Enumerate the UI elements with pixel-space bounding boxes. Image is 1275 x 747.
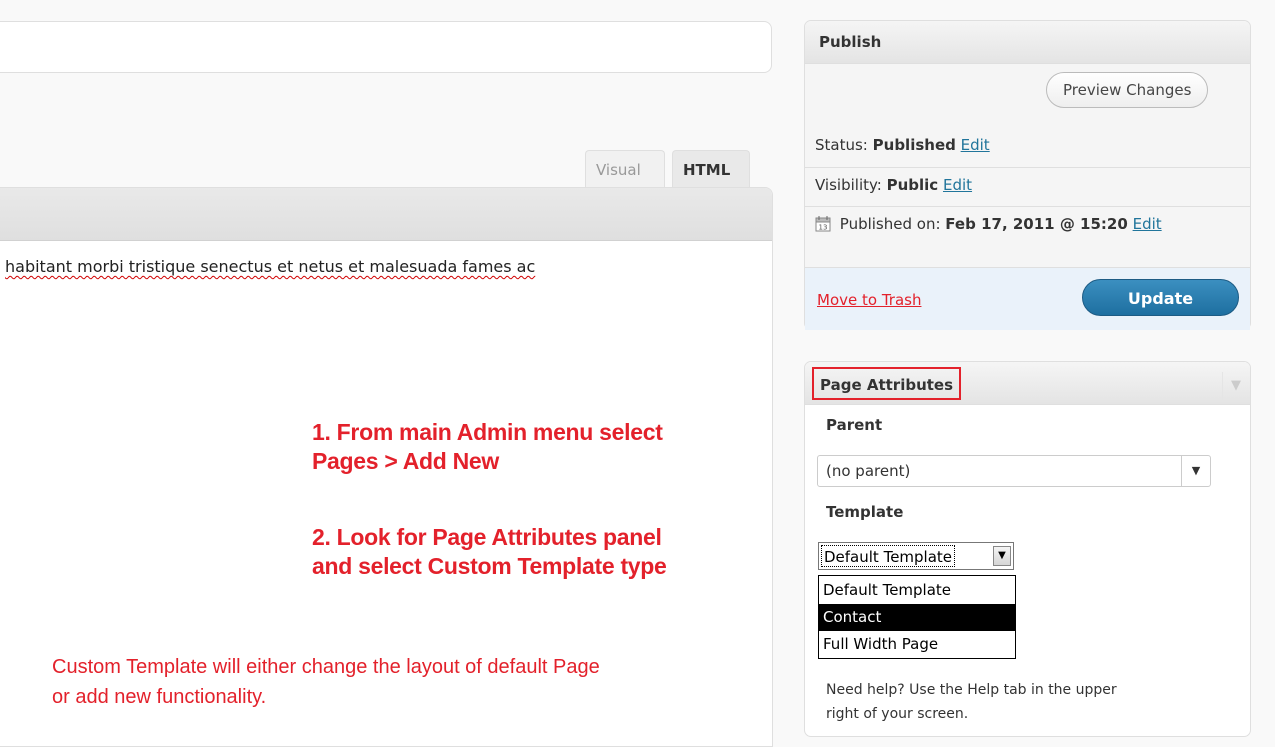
status-row: Status: Published Edit bbox=[815, 136, 990, 154]
title-input[interactable] bbox=[0, 21, 772, 73]
editor-text-line: habitant morbi tristique senectus et net… bbox=[5, 257, 536, 276]
tab-html[interactable]: HTML bbox=[672, 150, 750, 188]
visibility-value: Public bbox=[886, 176, 939, 194]
template-select-value: Default Template bbox=[821, 545, 956, 567]
parent-select-value: (no parent) bbox=[826, 462, 911, 480]
edit-date-link[interactable]: Edit bbox=[1133, 215, 1162, 233]
collapse-toggle-icon[interactable]: ▼ bbox=[1222, 372, 1249, 400]
annotation-step-2-line-1: 2. Look for Page Attributes panel bbox=[312, 524, 662, 550]
annotation-step-1-line-2: Pages > Add New bbox=[312, 448, 500, 474]
published-on-value: Feb 17, 2011 @ 15:20 bbox=[945, 215, 1128, 233]
edit-visibility-link[interactable]: Edit bbox=[943, 176, 972, 194]
tab-visual[interactable]: Visual bbox=[585, 150, 665, 188]
annotation-custom-line-1: Custom Template will either change the l… bbox=[52, 656, 600, 678]
help-text: Need help? Use the Help tab in the upper… bbox=[826, 678, 1117, 726]
annotation-custom-template: Custom Template will either change the l… bbox=[52, 652, 600, 712]
parent-label: Parent bbox=[826, 416, 883, 434]
template-select[interactable]: Default Template ▼ bbox=[818, 542, 1014, 570]
divider bbox=[805, 167, 1250, 168]
annotation-step-2-line-2: and select Custom Template type bbox=[312, 553, 667, 579]
published-on-row: 13 Published on: Feb 17, 2011 @ 15:20 Ed… bbox=[815, 215, 1162, 236]
template-option-contact[interactable]: Contact bbox=[819, 604, 1015, 631]
template-option-full-width[interactable]: Full Width Page bbox=[819, 631, 1015, 658]
help-text-line-2: right of your screen. bbox=[826, 706, 969, 722]
update-button[interactable]: Update bbox=[1082, 279, 1239, 316]
parent-select[interactable]: (no parent) ▼ bbox=[817, 455, 1211, 487]
visibility-label: Visibility: bbox=[815, 176, 882, 194]
annotation-custom-line-2: or add new functionality. bbox=[52, 686, 267, 708]
template-dropdown-list: Default Template Contact Full Width Page bbox=[818, 575, 1016, 659]
visibility-row: Visibility: Public Edit bbox=[815, 176, 972, 194]
publish-panel-title: Publish bbox=[805, 21, 1250, 64]
template-label: Template bbox=[826, 503, 904, 521]
annotation-step-2: 2. Look for Page Attributes panel and se… bbox=[312, 523, 667, 581]
divider bbox=[805, 206, 1250, 207]
svg-text:13: 13 bbox=[819, 224, 828, 232]
status-label: Status: bbox=[815, 136, 868, 154]
chevron-down-icon: ▼ bbox=[993, 546, 1011, 566]
page-attributes-title: Page Attributes bbox=[812, 367, 962, 400]
edit-status-link[interactable]: Edit bbox=[961, 136, 990, 154]
annotation-step-1-line-1: 1. From main Admin menu select bbox=[312, 419, 663, 445]
annotation-step-1: 1. From main Admin menu select Pages > A… bbox=[312, 418, 663, 476]
chevron-down-icon: ▼ bbox=[1181, 456, 1210, 486]
status-value: Published bbox=[872, 136, 956, 154]
help-text-line-1: Need help? Use the Help tab in the upper bbox=[826, 682, 1117, 698]
published-on-label: Published on: bbox=[839, 215, 941, 233]
calendar-icon: 13 bbox=[815, 215, 831, 236]
editor-content-text: habitant morbi tristique senectus et net… bbox=[5, 257, 535, 276]
move-to-trash-link[interactable]: Move to Trash bbox=[817, 291, 921, 309]
editor-toolbar bbox=[0, 188, 772, 241]
template-option-default[interactable]: Default Template bbox=[819, 577, 1015, 604]
preview-changes-button[interactable]: Preview Changes bbox=[1046, 72, 1209, 108]
